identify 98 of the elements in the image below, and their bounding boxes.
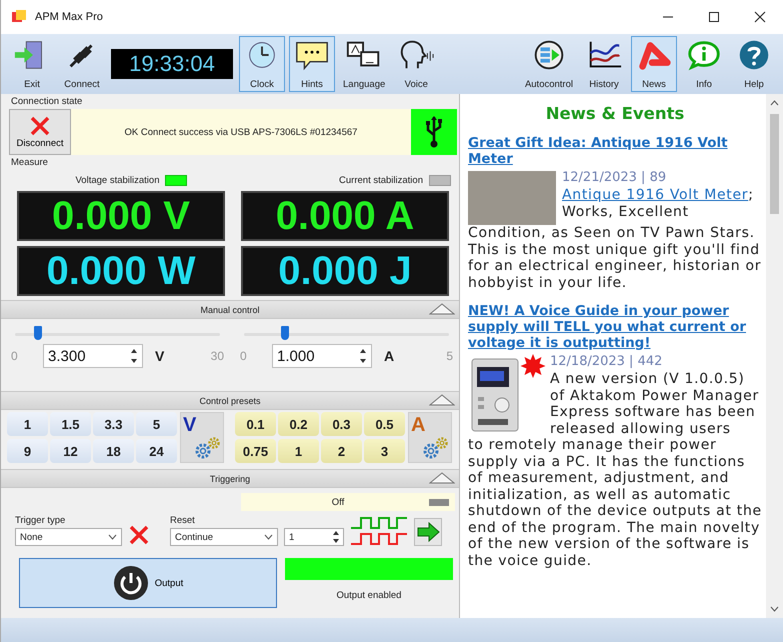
slider-min-label: 0 [11,349,19,363]
autocontrol-button[interactable]: Autocontrol [520,36,577,92]
trigger-type-dropdown[interactable]: None [15,528,122,546]
preset-button[interactable]: 2 [321,439,362,463]
scrollbar-thumb[interactable] [770,114,779,214]
square-wave-icon [350,516,408,546]
article-text: Antique 1916 Volt Meter; Works, Excellent [562,187,755,220]
preset-button[interactable]: 12 [50,439,91,463]
preset-button[interactable]: 3.3 [93,412,134,436]
chevron-icon [429,394,455,406]
preset-button[interactable]: 1 [278,439,319,463]
app-icon [11,9,27,25]
slider-max-label: 5 [445,349,453,363]
help-button[interactable]: Help [731,36,777,92]
measure-label: Measure [10,156,49,170]
trigger-status: Off [330,496,346,508]
output-button[interactable]: Output [19,558,277,608]
slider-max-label: 30 [210,349,224,363]
stabilization-label: Voltage stabilization [76,174,160,186]
connection-message: OK Connect success via USB APS-7306LS #01234567 [71,109,411,155]
section-title: Triggering [210,474,250,484]
connection-state-label: Connection state [10,95,84,109]
slider-thumb[interactable] [34,326,42,340]
spin-arrows-icon [331,529,341,545]
chevron-icon [429,303,455,315]
preset-button[interactable]: 0.3 [321,412,362,436]
reading-display: 0.000 A [241,191,449,241]
exit-button[interactable]: Exit [9,36,55,92]
scroll-up-icon[interactable] [770,100,779,106]
slider-thumb[interactable] [281,326,289,340]
reading-display: 0.000 V [17,191,225,241]
reset-dropdown[interactable]: Continue [170,528,278,546]
preset-settings-button[interactable]: V [180,412,224,463]
preset-button[interactable]: 1 [7,412,48,436]
connect-button[interactable]: Connect [59,36,105,92]
language-button[interactable]: Language [339,36,390,92]
article-text: A new version (V 1.0.0.5) of Aktakom Power Manager Express software has been released allowing users [550,371,760,437]
news-button[interactable]: News [631,36,677,92]
value-spinbox[interactable]: 3.300 [43,344,143,368]
article-text: to remotely manage their power supply via a PC. It has the functions of measurement, adjustment, and initialization, as well as automatic shutdown of the device outputs at the end of the program. The main novelty of the new version of the software is the voice guide. [468,437,762,569]
reading-display: 0.000 W [17,246,225,296]
article-date: 12/21/2023 | 89 [562,169,668,187]
hints-button[interactable]: Hints [289,36,335,92]
chevron-down-icon [108,534,117,540]
count-spinbox[interactable]: 1 [284,528,344,546]
chevron-icon [429,472,455,484]
chevron-down-icon [264,534,273,540]
slider-min-label: 0 [240,349,248,363]
news-heading: News & Events [544,103,686,125]
reset-label: Reset [170,515,196,526]
gears-icon [421,436,449,460]
apply-button[interactable] [414,518,442,546]
maximize-icon [708,11,720,23]
history-button[interactable]: History [581,36,627,92]
cross-icon [29,116,51,136]
preset-button[interactable]: 0.5 [364,412,405,436]
preset-button[interactable]: 24 [136,439,177,463]
article-date: 12/18/2023 | 442 [550,353,664,371]
reading-display: 0.000 J [241,246,449,296]
cross-icon [128,524,150,546]
preset-button[interactable]: 0.1 [235,412,276,436]
usb-icon [425,115,443,149]
article-title-link[interactable]: Great Gift Idea: Antique 1916 Volt Meter [468,135,762,167]
section-title: Control presets [199,396,261,406]
value-spinbox[interactable]: 1.000 [272,344,372,368]
collapse-button[interactable] [429,303,455,315]
trigger-type-label: Trigger type [15,515,66,526]
output-status: Output enabled [336,590,402,601]
preset-button[interactable]: 0.2 [278,412,319,436]
collapse-button[interactable] [429,394,455,406]
info-button[interactable]: Info [681,36,727,92]
clock-button[interactable]: Clock [239,36,285,92]
scroll-down-icon[interactable] [770,606,779,612]
voice-button[interactable]: Voice [393,36,440,92]
window-title: APM Max Pro [35,11,103,23]
article-link[interactable]: Antique 1916 Volt Meter [562,187,748,203]
speech-bubble-icon [293,39,331,71]
vertical-scrollbar[interactable] [766,94,783,618]
disconnect-button[interactable]: Disconnect [9,109,71,155]
unit-label: A [384,348,394,364]
unit-label: V [155,348,164,364]
new-burst-icon [520,353,546,379]
collapse-button[interactable] [429,472,455,484]
preset-button[interactable]: 9 [7,439,48,463]
section-title: Manual control [200,304,260,314]
article-text: Condition, as Seen on TV Pawn Stars. This is the most unique gift you'll find for an electrical engineer, historian or hobbyist in your life. [468,225,762,291]
preset-button[interactable]: 3 [364,439,405,463]
preset-button[interactable]: 18 [93,439,134,463]
preset-button[interactable]: 1.5 [50,412,91,436]
close-icon [754,11,766,23]
stabilization-label: Current stabilization [339,174,423,186]
time-display: 19:33:04 [111,49,233,79]
gears-icon [193,436,221,460]
article-title-link[interactable]: NEW! A Voice Guide in your power supply will TELL you what current or voltage it is outputting! [468,303,762,351]
preset-button[interactable]: 0.75 [235,439,276,463]
power-icon [112,565,149,601]
preset-button[interactable]: 5 [136,412,177,436]
arrow-right-icon [416,522,440,542]
